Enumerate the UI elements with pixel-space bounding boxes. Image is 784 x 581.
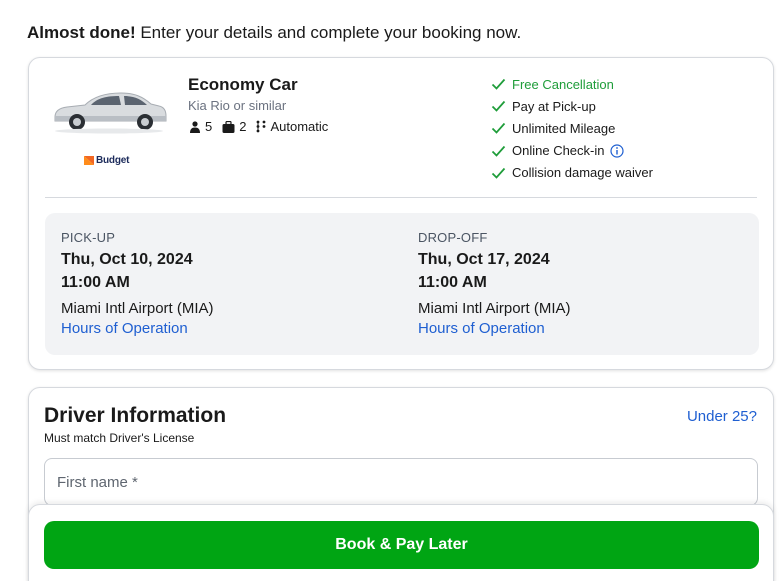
sticky-footer: Book & Pay Later <box>28 504 774 581</box>
vendor-mark-icon <box>84 156 94 165</box>
divider <box>45 197 757 198</box>
pickup-label: PICK-UP <box>61 230 116 245</box>
transmission-spec: Automatic <box>256 119 328 134</box>
dropoff-time: 11:00 AM <box>418 274 487 291</box>
check-icon <box>491 145 506 157</box>
car-subtitle: Kia Rio or similar <box>188 98 287 113</box>
features-list: Free Cancellation Pay at Pick-up Unlimit… <box>491 73 653 184</box>
check-icon <box>491 101 506 113</box>
check-icon <box>491 123 506 135</box>
book-pay-later-button[interactable]: Book & Pay Later <box>44 521 759 569</box>
under-25-link[interactable]: Under 25? <box>687 408 757 425</box>
feature-label: Unlimited Mileage <box>512 120 616 136</box>
suitcase-icon <box>222 120 235 133</box>
pickup-location: Miami Intl Airport (MIA) <box>61 300 214 317</box>
bags-count: 2 <box>239 119 247 134</box>
feature-item: Collision damage waiver <box>491 162 653 184</box>
person-icon <box>190 120 200 133</box>
heading-rest: Enter your details and complete your boo… <box>135 23 522 42</box>
feature-item: Unlimited Mileage <box>491 117 653 139</box>
transmission-label: Automatic <box>270 119 329 134</box>
feature-label: Free Cancellation <box>512 76 614 92</box>
feature-label: Online Check-in <box>512 143 605 159</box>
seats-count: 5 <box>205 119 213 134</box>
info-icon[interactable] <box>609 144 624 158</box>
first-name-field <box>44 458 758 506</box>
dropoff-hours-link[interactable]: Hours of Operation <box>418 320 545 337</box>
feature-item: Pay at Pick-up <box>491 95 653 117</box>
pickup-time: 11:00 AM <box>61 274 130 291</box>
driver-info-subtitle: Must match Driver's License <box>44 431 195 445</box>
dropoff-date: Thu, Oct 17, 2024 <box>418 251 550 268</box>
car-image <box>54 92 167 134</box>
car-summary-card: Budget Economy Car Kia Rio or similar 5 … <box>28 57 774 370</box>
feature-label: Pay at Pick-up <box>512 98 596 114</box>
vendor-logo: Budget <box>84 155 129 166</box>
driver-info-title: Driver Information <box>44 404 227 427</box>
heading-bold: Almost done! <box>27 23 136 42</box>
check-icon <box>491 167 506 179</box>
first-name-input[interactable] <box>45 459 757 505</box>
feature-item: Online Check-in <box>491 140 653 162</box>
trip-details: PICK-UP Thu, Oct 10, 2024 11:00 AM Miami… <box>45 213 759 355</box>
car-title: Economy Car <box>188 75 298 94</box>
car-specs: 5 2 Automatic <box>189 119 338 134</box>
check-icon <box>491 78 506 90</box>
dropoff-label: DROP-OFF <box>418 230 488 245</box>
seats-spec: 5 <box>189 119 212 134</box>
feature-item: Free Cancellation <box>491 73 653 95</box>
pickup-date: Thu, Oct 10, 2024 <box>61 251 193 268</box>
feature-label: Collision damage waiver <box>512 165 653 181</box>
dropoff-location: Miami Intl Airport (MIA) <box>418 300 571 317</box>
page-heading: Almost done! Enter your details and comp… <box>27 23 521 43</box>
vendor-name: Budget <box>96 155 130 166</box>
pickup-hours-link[interactable]: Hours of Operation <box>61 320 188 337</box>
bags-spec: 2 <box>222 119 246 134</box>
gearshift-icon <box>257 120 266 133</box>
